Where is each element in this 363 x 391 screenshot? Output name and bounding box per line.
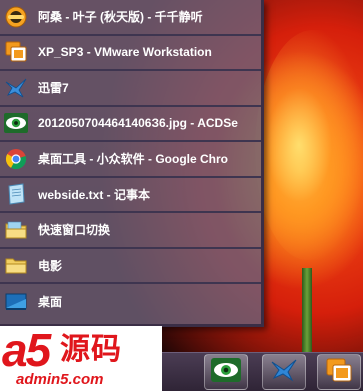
ttplayer-icon (4, 5, 28, 29)
thunder-icon (270, 358, 298, 387)
menu-item-chrome[interactable]: 桌面工具 - 小众软件 - Google Chro (0, 142, 261, 178)
menu-item-vmware[interactable]: XP_SP3 - VMware Workstation (0, 36, 261, 71)
thunder-icon (4, 76, 28, 100)
folder-icon (4, 218, 28, 242)
taskbar-button-acdsee[interactable] (204, 354, 248, 390)
menu-item-label: 20120507044641406З6.jpg - ACDSe (38, 116, 238, 131)
menu-item-ttplayer[interactable]: 阿桑 - 叶子 (秋天版) - 千千静听 (0, 0, 261, 36)
menu-item-label: webside.txt - 记事本 (38, 187, 151, 202)
watermark-brand-cn: 源码 (60, 332, 122, 367)
desktop-icon (4, 290, 28, 314)
acdsee-icon (211, 357, 241, 387)
window-switcher-menu: 阿桑 - 叶子 (秋天版) - 千千静听 XP_SP3 - VMware Wor… (0, 0, 264, 327)
taskbar-button-thunder[interactable] (262, 354, 306, 390)
vmware-icon (4, 40, 28, 64)
folder-icon (4, 253, 28, 277)
menu-item-desktop[interactable]: 桌面 (0, 284, 261, 320)
menu-item-movies[interactable]: 电影 (0, 249, 261, 284)
wallpaper-tulip (255, 30, 363, 260)
acdsee-icon (4, 111, 28, 135)
notepad-icon (4, 182, 28, 206)
vmware-icon (325, 357, 353, 388)
wallpaper-tulip-stem (302, 268, 312, 358)
watermark-brand: a5 (2, 324, 51, 376)
taskbar-button-vmware[interactable] (317, 354, 361, 390)
menu-item-label: 桌面 (38, 295, 63, 310)
menu-item-label: 电影 (38, 258, 63, 273)
menu-item-acdsee[interactable]: 20120507044641406З6.jpg - ACDSe (0, 107, 261, 142)
menu-item-notepad[interactable]: webside.txt - 记事本 (0, 178, 261, 213)
menu-item-label: XP_SP3 - VMware Workstation (38, 45, 212, 60)
menu-item-label: 迅雷7 (38, 81, 69, 96)
chrome-icon (4, 147, 28, 171)
menu-item-label: 桌面工具 - 小众软件 - Google Chro (38, 152, 228, 167)
menu-item-label: 阿桑 - 叶子 (秋天版) - 千千静听 (38, 10, 203, 25)
watermark-url: admin5.com (16, 371, 104, 388)
menu-item-quick-switch[interactable]: 快速窗口切换 (0, 213, 261, 249)
menu-item-label: 快速窗口切换 (38, 223, 111, 238)
menu-item-thunder[interactable]: 迅雷7 (0, 71, 261, 107)
